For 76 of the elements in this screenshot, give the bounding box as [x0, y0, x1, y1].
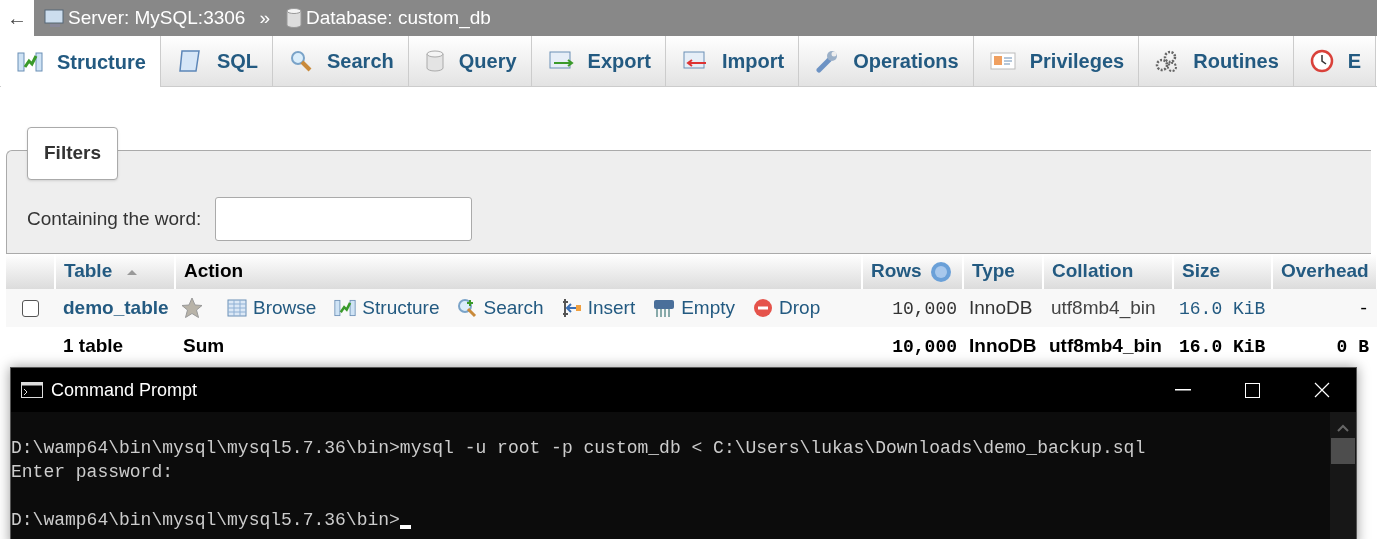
table-name-link[interactable]: demo_table — [63, 296, 169, 318]
size-link[interactable]: 16.0 KiB — [1179, 298, 1266, 319]
server-link[interactable]: Server: MySQL:3306 — [68, 3, 246, 33]
tab[interactable]: Export — [531, 36, 666, 86]
column-header[interactable]: Action — [184, 260, 244, 282]
database-link[interactable]: Database: custom_db — [306, 3, 491, 33]
minus-circle-icon — [753, 298, 774, 318]
tab[interactable]: E — [1293, 36, 1377, 86]
tab[interactable]: Routines — [1139, 36, 1294, 86]
table-count: 1 table — [63, 334, 124, 356]
sort-arrow-icon[interactable] — [126, 268, 139, 277]
close-icon[interactable] — [1314, 382, 1330, 398]
console-icon — [21, 382, 43, 398]
tab[interactable]: Import — [665, 36, 800, 86]
rows-total: 10,000 — [892, 336, 957, 357]
console-line: D:\wamp64\bin\mysql\mysql5.7.36\bin> — [11, 509, 400, 532]
column-header[interactable]: Overhead — [1281, 260, 1369, 282]
console-line: D:\wamp64\bin\mysql\mysql5.7.36\bin>mysql -u root -p custom_db < C:\Users\lukas\Downloads\demo_backup.sql — [11, 437, 1146, 460]
monitor-icon — [44, 8, 66, 28]
column-header[interactable]: Collation — [1052, 260, 1134, 282]
action-link[interactable]: Structure — [334, 293, 440, 323]
maximize-icon[interactable] — [1245, 382, 1260, 398]
column-header[interactable]: Rows — [871, 260, 922, 282]
star-icon[interactable] — [179, 296, 205, 320]
action-link[interactable]: Insert — [561, 293, 636, 323]
search-plus-icon — [457, 298, 478, 318]
import-icon — [681, 50, 708, 72]
tab[interactable]: Operations — [799, 36, 974, 86]
export-icon — [547, 50, 574, 72]
text-cursor — [399, 525, 411, 529]
table-grid-icon — [227, 299, 247, 317]
help-icon[interactable] — [929, 261, 952, 284]
filter-input[interactable] — [215, 197, 473, 241]
sum-label: Sum — [183, 334, 225, 356]
cylinder-icon — [424, 50, 445, 72]
action-link[interactable]: Empty — [653, 293, 736, 323]
tab[interactable]: Query — [408, 36, 532, 86]
insert-row-icon — [561, 298, 582, 318]
size-total: 16.0 KiB — [1179, 336, 1266, 357]
scroll-icon — [176, 49, 203, 73]
scroll-thumb[interactable] — [1331, 438, 1355, 464]
clock-icon — [1309, 49, 1334, 73]
structure-icon — [17, 50, 43, 73]
search-icon — [289, 49, 314, 73]
tab[interactable]: Privileges — [973, 36, 1140, 86]
filter-label: Containing the word: — [27, 206, 202, 231]
minimize-icon[interactable] — [1175, 389, 1191, 391]
tab[interactable]: SQL — [160, 36, 274, 86]
action-link[interactable]: Browse — [227, 293, 317, 323]
filters-legend: Filters — [27, 127, 119, 180]
window-title: Command Prompt — [51, 378, 198, 402]
column-header[interactable]: Type — [972, 260, 1015, 282]
tab[interactable]: Structure — [1, 36, 161, 87]
structure-icon — [334, 298, 357, 318]
tab[interactable]: Search — [273, 36, 409, 86]
column-header[interactable]: Size — [1182, 260, 1221, 282]
id-card-icon — [989, 51, 1016, 71]
shredder-icon — [653, 298, 676, 318]
scrollbar[interactable] — [1330, 412, 1356, 539]
wrench-icon — [815, 49, 840, 73]
action-link[interactable]: Search — [457, 293, 544, 323]
column-header[interactable]: Table — [64, 260, 113, 282]
database-icon — [286, 8, 302, 28]
action-link[interactable]: Drop — [753, 293, 821, 323]
row-checkbox[interactable] — [22, 300, 39, 318]
console-line: Enter password: — [11, 461, 174, 484]
scroll-up-icon[interactable] — [1337, 424, 1349, 432]
collation-cell: utf8mb4_bin — [1051, 296, 1156, 318]
engine-total: InnoDB — [969, 334, 1037, 356]
overhead-total: 0 B — [1336, 336, 1369, 357]
engine-cell: InnoDB — [969, 296, 1033, 318]
rows-cell: 10,000 — [892, 298, 957, 319]
overhead-cell: - — [1358, 298, 1369, 319]
collation-total: utf8mb4_bin — [1049, 334, 1162, 356]
gears-icon — [1155, 49, 1180, 73]
breadcrumb-separator: » — [259, 5, 270, 30]
